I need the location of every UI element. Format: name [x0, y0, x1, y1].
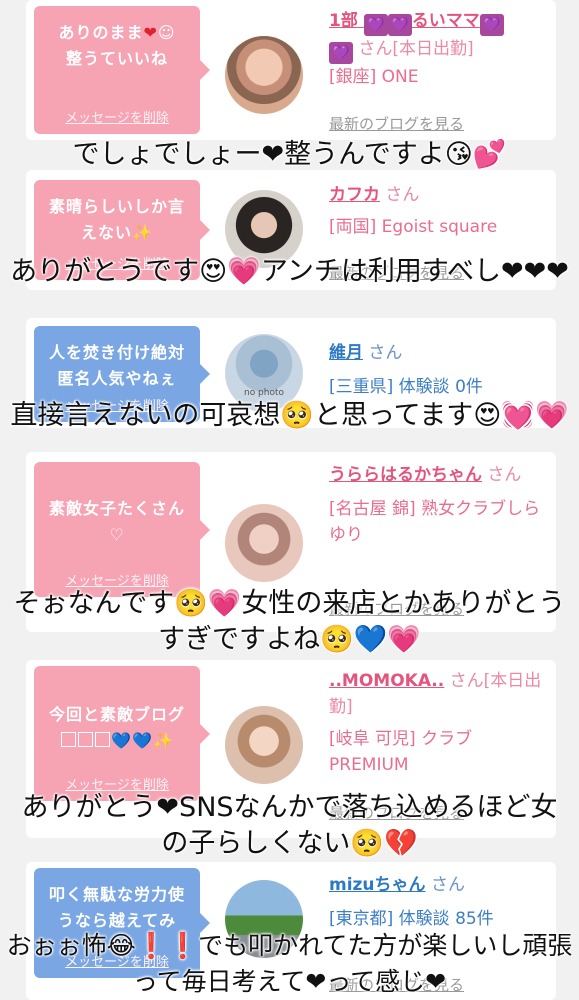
caption-overlay: 直接言えないの可哀想🥺と思ってます😍💓💗: [10, 400, 569, 431]
profile-name[interactable]: mizuちゃん: [329, 875, 426, 895]
caption-overlay: ありがとう❤SNSなんかで落ち込めるほど女の子らしくない🥺💔: [21, 792, 558, 859]
profile-info: ..MOMOKA.. さん[本日出勤] [岐阜 可児] クラブPREMIUM: [329, 668, 544, 778]
message-text: 素晴らしいしか言えない✨: [48, 197, 185, 242]
message-bubble: ありのまま❤☺ 整うていいね メッセージを削除: [34, 6, 210, 134]
avatar[interactable]: [225, 504, 303, 582]
blog-link[interactable]: 最新のブログを見る: [329, 113, 464, 134]
profile-name[interactable]: うららはるかちゃん: [329, 465, 482, 485]
avatar[interactable]: [225, 706, 303, 784]
profile-location[interactable]: [銀座] ONE: [329, 64, 544, 90]
message-bubble: 今回と素敵ブログ 💙💙✨ メッセージを削除: [34, 666, 210, 801]
profile-location[interactable]: [岐阜 可児] クラブPREMIUM: [329, 726, 544, 778]
message-text: 人を焚き付け絶対匿名人気やねぇ: [48, 343, 185, 388]
message-text: 叩く無駄な労力使うなら越えてみ: [48, 885, 185, 930]
profile-info: 1部 💜 💜 るいママ 💜 💜 さん[本日出勤] [銀座] ONE: [329, 8, 544, 90]
profile-info: カフカ さん [両国] Egoist square: [329, 182, 544, 240]
profile-location[interactable]: [両国] Egoist square: [329, 214, 544, 240]
profile-name[interactable]: 1部 💜 💜 るいママ 💜: [329, 11, 504, 36]
caption-overlay: おぉぉ怖😂❗❗でも叩かれてた方が楽しいし頑張って毎日考えて❤って感じ❤: [6, 931, 573, 996]
delete-message-link[interactable]: メッセージを削除: [34, 107, 200, 126]
profile-info: 維月 さん [三重県] 体験談 0件: [329, 340, 544, 400]
message-text: ありのまま❤☺ 整うていいね: [58, 23, 176, 68]
profile-info: mizuちゃん さん [東京都] 体験談 85件: [329, 872, 544, 932]
no-photo-label: no photo: [243, 388, 285, 398]
profile-location[interactable]: [三重県] 体験談 0件: [329, 374, 544, 400]
message-text: 今回と素敵ブログ 💙💙✨: [48, 705, 185, 750]
message-bubble: 素敵女子たくさん♡ メッセージを削除: [34, 462, 210, 597]
message-card: ありのまま❤☺ 整うていいね メッセージを削除 1部 💜 💜 るいママ 💜 💜 さん[本…: [26, 0, 556, 140]
profile-location[interactable]: [名古屋 錦] 熟女クラブしらゆり: [329, 496, 544, 548]
avatar[interactable]: [225, 36, 303, 114]
profile-info: うららはるかちゃん さん [名古屋 錦] 熟女クラブしらゆり: [329, 462, 544, 548]
profile-name[interactable]: ..MOMOKA..: [329, 671, 444, 691]
caption-overlay: ありがとうです😍💗アンチは利用すべし❤❤❤: [10, 256, 569, 287]
profile-name[interactable]: 維月: [329, 343, 363, 363]
caption-overlay: でしょでしょー❤整うんですよ😘💕: [72, 139, 507, 170]
profile-name[interactable]: カフカ: [329, 185, 380, 205]
heart-badge-icon: 💜: [329, 42, 353, 64]
message-text: 素敵女子たくさん♡: [48, 499, 185, 544]
caption-overlay: そぉなんです🥺💗女性の来店とかありがとうすぎですよね🥺💙💗: [13, 588, 566, 655]
